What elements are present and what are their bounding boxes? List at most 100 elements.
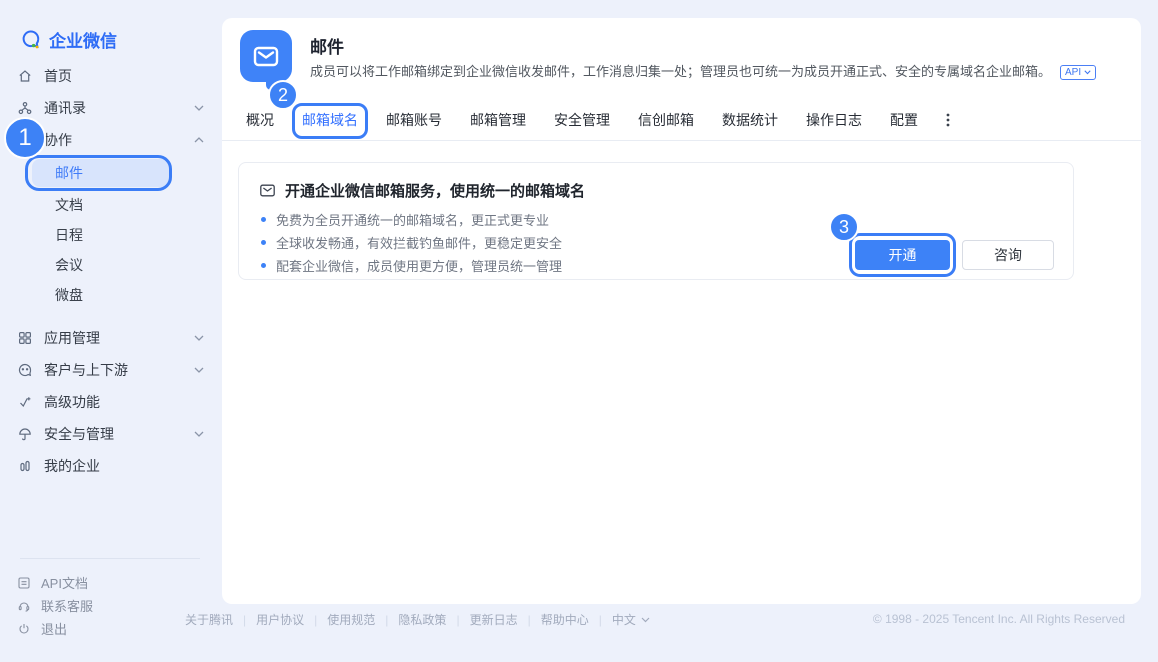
sidebar-item-api-docs[interactable]: API文档 bbox=[0, 571, 222, 594]
footer-link-usage-rules[interactable]: 使用规范 bbox=[327, 611, 375, 628]
footer-link-privacy[interactable]: 隐私政策 bbox=[398, 611, 446, 628]
tab-mail-domain[interactable]: 邮箱域名 bbox=[302, 112, 358, 128]
chevron-down-icon bbox=[194, 367, 204, 373]
sidebar-item-label: 应用管理 bbox=[44, 328, 100, 348]
page-description-text: 成员可以将工作邮箱绑定到企业微信收发邮件，工作消息归集一处；管理员也可统一为成员… bbox=[310, 64, 1051, 79]
promo-card-header: 开通企业微信邮箱服务，使用统一的邮箱域名 bbox=[259, 180, 585, 201]
sidebar-item-customers[interactable]: 客户与上下游 bbox=[0, 354, 222, 386]
language-label: 中文 bbox=[612, 611, 636, 628]
sidebar-item-apps[interactable]: 应用管理 bbox=[0, 322, 222, 354]
advanced-features-icon bbox=[17, 394, 33, 410]
footer-separator: | bbox=[528, 613, 531, 627]
page-footer: 关于腾讯 | 用户协议 | 使用规范 | 隐私政策 | 更新日志 | 帮助中心 … bbox=[185, 611, 650, 628]
tab-security-management[interactable]: 安全管理 bbox=[554, 110, 610, 130]
list-item: 免费为全员开通统一的邮箱域名，更正式更专业 bbox=[261, 208, 562, 231]
sidebar-item-label: API文档 bbox=[41, 573, 88, 592]
sidebar-item-security[interactable]: 安全与管理 bbox=[0, 418, 222, 450]
footer-separator: | bbox=[599, 613, 602, 627]
mail-app-icon bbox=[240, 30, 292, 82]
wecom-bubble-icon bbox=[20, 29, 42, 51]
api-badge-label: API bbox=[1065, 67, 1081, 78]
sidebar-nav: 首页 通讯录 协作 邮件 文档 日程 bbox=[0, 60, 222, 482]
promo-card-title: 开通企业微信邮箱服务，使用统一的邮箱域名 bbox=[285, 180, 585, 201]
footer-link-about[interactable]: 关于腾讯 bbox=[185, 611, 233, 628]
tab-xinchuang-mail[interactable]: 信创邮箱 bbox=[638, 110, 694, 130]
brand-logo[interactable]: 企业微信 bbox=[20, 27, 117, 52]
bullet-text: 全球收发畅通，有效拦截钓鱼邮件，更稳定更安全 bbox=[276, 233, 562, 252]
chevron-up-icon bbox=[194, 137, 204, 143]
sidebar-item-collaboration[interactable]: 协作 bbox=[0, 124, 222, 156]
page-title: 邮件 bbox=[310, 33, 344, 58]
sidebar-item-label: 邮件 bbox=[55, 163, 83, 183]
annotation-step-number: 3 bbox=[839, 217, 849, 238]
footer-separator: | bbox=[314, 613, 317, 627]
brand-name: 企业微信 bbox=[49, 27, 117, 52]
sidebar-item-company[interactable]: 我的企业 bbox=[0, 450, 222, 482]
sidebar-subitem-drive[interactable]: 微盘 bbox=[0, 280, 222, 310]
activate-button[interactable]: 开通 bbox=[855, 240, 950, 270]
sidebar-item-label: 协作 bbox=[44, 130, 72, 150]
sidebar-item-label: 文档 bbox=[55, 195, 83, 215]
footer-link-changelog[interactable]: 更新日志 bbox=[470, 611, 518, 628]
sidebar-item-label: 我的企业 bbox=[44, 456, 100, 476]
activate-button-wrap: 开通 3 bbox=[855, 240, 950, 270]
bullet-dot-icon bbox=[261, 263, 266, 268]
promo-card-actions: 开通 3 咨询 bbox=[855, 240, 1054, 270]
chevron-down-icon bbox=[1084, 70, 1091, 75]
mail-service-promo-card: 开通企业微信邮箱服务，使用统一的邮箱域名 免费为全员开通统一的邮箱域名，更正式更… bbox=[238, 162, 1074, 280]
tab-mail-management[interactable]: 邮箱管理 bbox=[470, 110, 526, 130]
sidebar-item-contacts[interactable]: 通讯录 bbox=[0, 92, 222, 124]
page-description: 成员可以将工作邮箱绑定到企业微信收发邮件，工作消息归集一处；管理员也可统一为成员… bbox=[310, 61, 1096, 80]
chat-bubble-icon bbox=[17, 362, 33, 378]
chevron-down-icon bbox=[194, 431, 204, 437]
sidebar-item-label: 微盘 bbox=[55, 285, 83, 305]
promo-bullet-list: 免费为全员开通统一的邮箱域名，更正式更专业 全球收发畅通，有效拦截钓鱼邮件，更稳… bbox=[261, 208, 562, 277]
tab-data-statistics[interactable]: 数据统计 bbox=[722, 110, 778, 130]
annotation-step-3: 3 bbox=[829, 212, 859, 242]
tab-mail-accounts[interactable]: 邮箱账号 bbox=[386, 110, 442, 130]
language-selector[interactable]: 中文 bbox=[612, 611, 650, 628]
sidebar-item-label: 通讯录 bbox=[44, 98, 86, 118]
list-item: 配套企业微信，成员使用更方便，管理员统一管理 bbox=[261, 254, 562, 277]
document-icon bbox=[17, 576, 31, 590]
sidebar-subitem-docs[interactable]: 文档 bbox=[0, 190, 222, 220]
tab-settings[interactable]: 配置 bbox=[890, 110, 918, 130]
sidebar-item-advanced[interactable]: 高级功能 bbox=[0, 386, 222, 418]
sidebar-subitem-meeting[interactable]: 会议 bbox=[0, 250, 222, 280]
footer-link-user-agreement[interactable]: 用户协议 bbox=[256, 611, 304, 628]
sidebar-item-label: 日程 bbox=[55, 225, 83, 245]
consult-button[interactable]: 咨询 bbox=[962, 240, 1054, 270]
footer-separator: | bbox=[456, 613, 459, 627]
contacts-icon bbox=[17, 100, 33, 116]
sidebar-item-label: 联系客服 bbox=[41, 596, 93, 615]
home-icon bbox=[17, 68, 33, 84]
sidebar-item-home[interactable]: 首页 bbox=[0, 60, 222, 92]
tab-mail-domain-wrap: 邮箱域名 bbox=[302, 110, 358, 130]
chevron-down-icon bbox=[641, 617, 650, 623]
list-item: 全球收发畅通，有效拦截钓鱼邮件，更稳定更安全 bbox=[261, 231, 562, 254]
tab-overview[interactable]: 概况 bbox=[246, 110, 274, 130]
footer-link-help-center[interactable]: 帮助中心 bbox=[541, 611, 589, 628]
tab-operation-log[interactable]: 操作日志 bbox=[806, 110, 862, 130]
chevron-down-icon bbox=[194, 105, 204, 111]
chevron-down-icon bbox=[194, 335, 204, 341]
sidebar-subitem-mail[interactable]: 邮件 bbox=[32, 159, 172, 187]
copyright-text: © 1998 - 2025 Tencent Inc. All Rights Re… bbox=[873, 612, 1125, 626]
bullet-dot-icon bbox=[261, 217, 266, 222]
api-badge[interactable]: API bbox=[1060, 65, 1096, 80]
tabs-overflow-icon[interactable] bbox=[946, 113, 950, 127]
sidebar-item-label: 安全与管理 bbox=[44, 424, 114, 444]
sidebar-item-label: 高级功能 bbox=[44, 392, 100, 412]
sidebar-item-label: 客户与上下游 bbox=[44, 360, 128, 380]
bullet-dot-icon bbox=[261, 240, 266, 245]
sidebar-item-label: 退出 bbox=[41, 619, 67, 638]
bullet-text: 配套企业微信，成员使用更方便，管理员统一管理 bbox=[276, 256, 562, 275]
envelope-icon bbox=[259, 182, 276, 199]
umbrella-icon bbox=[17, 426, 33, 442]
grid-icon bbox=[17, 330, 33, 346]
main-panel: 邮件 成员可以将工作邮箱绑定到企业微信收发邮件，工作消息归集一处；管理员也可统一… bbox=[222, 18, 1141, 604]
collaboration-icon bbox=[17, 132, 33, 148]
sidebar-subitem-mail-wrap: 邮件 bbox=[0, 157, 222, 189]
sidebar-subitem-schedule[interactable]: 日程 bbox=[0, 220, 222, 250]
sidebar-divider bbox=[20, 558, 200, 559]
